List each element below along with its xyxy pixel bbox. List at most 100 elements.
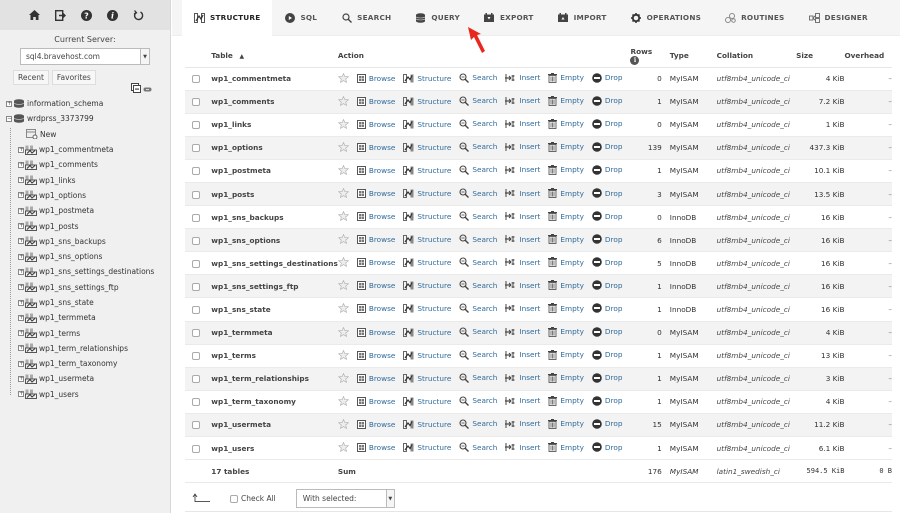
empty-button[interactable]: Empty (548, 280, 584, 291)
browse-button[interactable]: Browse (356, 281, 395, 291)
row-size[interactable]: 10.1 KiB (796, 159, 845, 183)
favorite-star-icon[interactable] (337, 95, 349, 106)
favorites-button[interactable]: Favorites (51, 70, 96, 85)
tree-table-item[interactable]: + wp1_links (6, 172, 171, 187)
row-checkbox[interactable] (192, 444, 200, 453)
expand-icon[interactable]: + (18, 223, 24, 230)
structure-button[interactable]: Structure (403, 281, 451, 291)
browse-button[interactable]: Browse (356, 419, 395, 429)
empty-button[interactable]: Empty (548, 95, 584, 106)
drop-button[interactable]: Drop (592, 72, 622, 83)
collapse-all-icon[interactable] (131, 83, 141, 95)
structure-button[interactable]: Structure (403, 304, 451, 314)
insert-button[interactable]: Insert (505, 303, 540, 313)
empty-button[interactable]: Empty (548, 372, 584, 383)
drop-button[interactable]: Drop (592, 349, 622, 360)
favorite-star-icon[interactable] (337, 211, 349, 222)
row-size[interactable]: 4 KiB (796, 67, 845, 91)
row-checkbox[interactable] (192, 144, 200, 153)
expand-icon[interactable]: + (18, 345, 24, 352)
row-size[interactable]: 7.2 KiB (796, 90, 845, 114)
row-checkbox[interactable] (192, 421, 200, 430)
expand-icon[interactable]: + (18, 375, 24, 382)
tree-table-item[interactable]: + wp1_sns_settings_destinations (6, 264, 171, 279)
empty-button[interactable]: Empty (548, 118, 584, 129)
column-header-rows[interactable]: Rows i (630, 45, 662, 68)
info-icon[interactable]: i (106, 9, 118, 21)
row-size[interactable]: 13.5 KiB (796, 182, 845, 207)
tab-designer[interactable]: DESIGNER (797, 0, 880, 36)
insert-button[interactable]: Insert (505, 442, 540, 452)
search-button[interactable]: Search (459, 211, 497, 222)
insert-button[interactable]: Insert (505, 396, 540, 406)
structure-button[interactable]: Structure (403, 419, 451, 429)
row-checkbox[interactable] (192, 282, 200, 291)
tree-table-item[interactable]: + wp1_postmeta (6, 203, 171, 218)
row-size[interactable]: 11.2 KiB (796, 413, 845, 438)
drop-button[interactable]: Drop (592, 234, 622, 245)
expand-icon[interactable]: + (18, 284, 24, 291)
table-name-link[interactable]: wp1_options (211, 136, 338, 160)
browse-button[interactable]: Browse (356, 73, 395, 83)
row-size[interactable]: 16 KiB (796, 251, 845, 276)
table-name-link[interactable]: wp1_terms (211, 344, 338, 368)
favorite-star-icon[interactable] (337, 418, 349, 429)
insert-button[interactable]: Insert (505, 119, 540, 129)
insert-button[interactable]: Insert (505, 142, 540, 152)
row-checkbox[interactable] (192, 398, 200, 407)
row-checkbox[interactable] (192, 190, 200, 199)
tab-sql[interactable]: SQL (272, 0, 329, 36)
tree-table-item[interactable]: + wp1_posts (6, 218, 171, 233)
expand-icon[interactable]: + (6, 100, 12, 107)
expand-icon[interactable]: + (18, 161, 24, 168)
row-size[interactable]: 4 KiB (796, 390, 845, 414)
structure-button[interactable]: Structure (403, 165, 451, 175)
insert-button[interactable]: Insert (505, 211, 540, 221)
table-name-link[interactable]: wp1_sns_options (211, 228, 338, 253)
insert-button[interactable]: Insert (505, 165, 540, 175)
insert-button[interactable]: Insert (505, 73, 540, 83)
tab-query[interactable]: QUERY (403, 0, 472, 36)
drop-button[interactable]: Drop (592, 303, 622, 314)
browse-button[interactable]: Browse (356, 258, 395, 268)
search-button[interactable]: Search (459, 234, 497, 245)
table-name-link[interactable]: wp1_posts (211, 182, 338, 207)
tree-table-item[interactable]: + wp1_users (6, 387, 171, 402)
table-name-link[interactable]: wp1_commentmeta (211, 67, 338, 91)
tree-table-item[interactable]: + wp1_options (6, 188, 171, 203)
structure-button[interactable]: Structure (403, 350, 451, 360)
browse-button[interactable]: Browse (356, 396, 395, 406)
browse-button[interactable]: Browse (356, 327, 395, 337)
row-size[interactable]: 16 KiB (796, 228, 845, 253)
checkbox[interactable] (230, 494, 238, 503)
help-icon[interactable]: ? (80, 9, 92, 21)
insert-button[interactable]: Insert (505, 234, 540, 244)
drop-button[interactable]: Drop (592, 442, 622, 452)
tree-table-item[interactable]: + wp1_termmeta (6, 310, 171, 325)
browse-button[interactable]: Browse (356, 119, 395, 129)
row-size[interactable]: 1 KiB (796, 113, 845, 137)
browse-button[interactable]: Browse (356, 165, 395, 175)
structure-button[interactable]: Structure (403, 212, 451, 222)
search-button[interactable]: Search (459, 396, 497, 406)
row-checkbox[interactable] (192, 213, 200, 222)
row-checkbox[interactable] (192, 375, 200, 384)
table-name-link[interactable]: wp1_sns_state (211, 297, 338, 322)
row-size[interactable]: 16 KiB (796, 297, 845, 322)
browse-button[interactable]: Browse (356, 96, 395, 106)
insert-button[interactable]: Insert (505, 350, 540, 360)
expand-icon[interactable]: + (18, 314, 24, 321)
favorite-star-icon[interactable] (337, 118, 349, 129)
row-size[interactable]: 6.1 KiB (796, 436, 845, 461)
favorite-star-icon[interactable] (337, 257, 349, 268)
empty-button[interactable]: Empty (548, 418, 584, 429)
structure-button[interactable]: Structure (403, 443, 451, 453)
expand-icon[interactable]: + (18, 268, 24, 275)
expand-icon[interactable]: + (18, 360, 24, 367)
expand-icon[interactable]: + (18, 330, 24, 337)
row-size[interactable]: 16 KiB (796, 274, 845, 299)
structure-button[interactable]: Structure (403, 73, 451, 83)
collapse-icon[interactable]: − (6, 115, 12, 122)
search-button[interactable]: Search (459, 119, 497, 129)
table-name-link[interactable]: wp1_sns_settings_ftp (211, 274, 338, 299)
